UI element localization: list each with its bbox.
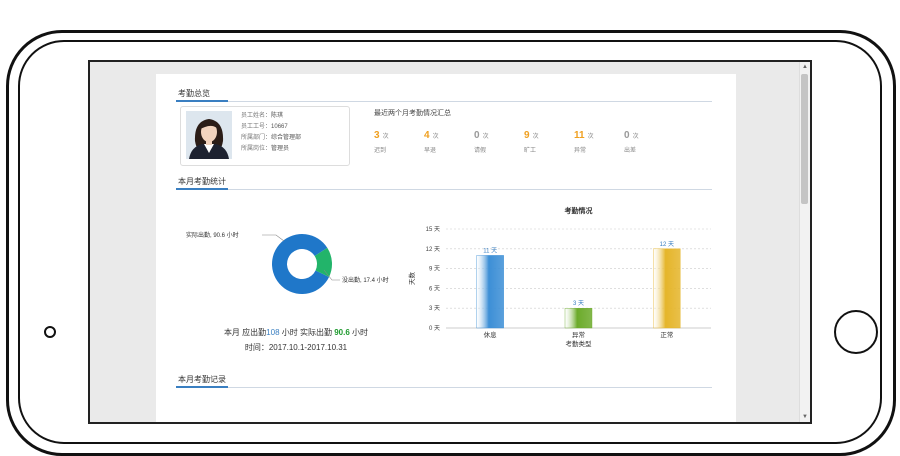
tablet-camera-icon xyxy=(44,326,56,338)
x-axis-label: 考勤类型 xyxy=(566,339,593,348)
stat-unit: 次 xyxy=(587,134,594,140)
bar xyxy=(653,248,681,329)
stat-item: 0 次请假 xyxy=(474,125,518,154)
stat-value: 11 xyxy=(574,130,585,141)
stat-label: 请假 xyxy=(474,148,487,154)
stat-unit: 次 xyxy=(432,134,439,140)
employee-info: 员工姓名：陈琪 员工工号：10667 所属部门：综合管理部 所属岗位：管理员 xyxy=(241,111,301,155)
stat-value: 9 xyxy=(524,130,530,141)
employee-name-label: 员工姓名： xyxy=(241,113,272,119)
vertical-scrollbar[interactable]: ▲ ▼ xyxy=(799,62,810,422)
caption-mid: 小时 实际出勤 xyxy=(281,328,332,337)
donut-label-actual: 实际出勤, 90.6 小时 xyxy=(186,231,239,239)
stat-item: 4 次早退 xyxy=(424,125,468,154)
attendance-period: 时间：2017.10.1-2017.10.31 xyxy=(244,343,348,352)
stat-item: 0 次出差 xyxy=(624,125,668,154)
y-tick-label: 9 天 xyxy=(429,266,440,273)
section-divider xyxy=(176,100,712,102)
bar-value-label: 11 天 xyxy=(483,247,497,254)
caption-actual-hours: 90.6 xyxy=(334,328,350,337)
bar-chart-title: 考勤情况 xyxy=(565,206,593,215)
tablet-screen: 考勤总览 员工姓名：陈琪 员工工号：10667 所属部门：综合管理部 所属岗位：… xyxy=(88,60,812,424)
section-divider xyxy=(176,386,712,388)
employee-name: 陈琪 xyxy=(271,113,284,119)
caption-prefix: 本月 应出勤 xyxy=(223,328,267,337)
section-accent xyxy=(176,386,228,388)
employee-post: 管理员 xyxy=(271,146,290,152)
section-accent xyxy=(176,188,228,190)
stat-unit: 次 xyxy=(632,134,639,140)
employee-id: 10667 xyxy=(271,124,288,130)
bar-value-label: 12 天 xyxy=(660,241,674,248)
scroll-up-icon[interactable]: ▲ xyxy=(802,64,808,70)
y-tick-label: 6 天 xyxy=(429,285,440,292)
y-tick-label: 0 天 xyxy=(429,325,440,332)
y-tick-label: 3 天 xyxy=(429,305,440,312)
stat-label: 迟到 xyxy=(374,148,387,154)
stat-unit: 次 xyxy=(382,134,389,140)
scroll-thumb[interactable] xyxy=(801,74,808,204)
bar xyxy=(476,255,504,329)
section-title-overview: 考勤总览 xyxy=(178,89,210,98)
section-accent xyxy=(176,100,228,102)
stat-label: 早退 xyxy=(424,148,437,154)
caption-suffix: 小时 xyxy=(352,328,369,337)
tablet-home-button[interactable] xyxy=(834,310,878,354)
donut-leader-actual xyxy=(262,234,285,242)
x-tick-label: 异常 xyxy=(572,330,585,339)
avatar-photo-icon xyxy=(186,111,232,159)
stat-item: 3 次迟到 xyxy=(374,125,418,154)
stat-value: 3 xyxy=(374,130,380,141)
y-tick-label: 12 天 xyxy=(426,246,440,253)
section-title-records: 本月考勤记录 xyxy=(178,375,226,384)
summary-title: 最近两个月考勤情况汇总 xyxy=(374,110,451,117)
stat-item: 9 次旷工 xyxy=(524,125,568,154)
attendance-caption: 本月 应出勤108 小时 实际出勤 90.6 小时 xyxy=(186,327,406,338)
section-divider xyxy=(176,188,712,190)
employee-id-label: 员工工号： xyxy=(241,124,272,130)
bar xyxy=(564,307,593,329)
x-tick-label: 休息 xyxy=(484,330,498,339)
stat-label: 旷工 xyxy=(524,148,537,154)
stat-unit: 次 xyxy=(532,134,539,140)
y-axis-label: 天数 xyxy=(407,272,416,286)
donut-chart-svg: 实际出勤, 90.6 小时 没出勤, 17.4 小时 xyxy=(186,231,389,294)
attendance-page: 考勤总览 员工姓名：陈琪 员工工号：10667 所属部门：综合管理部 所属岗位：… xyxy=(156,74,736,422)
section-title-month: 本月考勤统计 xyxy=(178,177,226,186)
stat-label: 异常 xyxy=(574,148,587,154)
stat-value: 0 xyxy=(624,130,630,141)
stat-item: 11 次异常 xyxy=(574,125,618,154)
bar-chart: 考勤情况 0 天 3 天 6 天 9 天 12 天 15 天天数 11 天休息 3 天异常 12 … xyxy=(407,206,711,348)
donut-label-absent: 没出勤, 17.4 小时 xyxy=(342,276,389,284)
employee-dept-label: 所属部门： xyxy=(241,135,272,141)
stat-value: 0 xyxy=(474,130,480,141)
y-tick-label: 15 天 xyxy=(426,226,440,233)
scroll-down-icon[interactable]: ▼ xyxy=(802,414,808,420)
employee-dept: 综合管理部 xyxy=(271,135,302,141)
employee-avatar xyxy=(186,111,232,159)
donut-chart: 实际出勤, 90.6 小时 没出勤, 17.4 小时 xyxy=(176,214,416,304)
bar-value-label: 3 天 xyxy=(573,300,584,307)
employee-post-label: 所属岗位： xyxy=(241,146,272,152)
stat-value: 4 xyxy=(424,130,430,141)
stat-label: 出差 xyxy=(624,148,637,154)
stat-unit: 次 xyxy=(482,134,489,140)
x-tick-label: 正常 xyxy=(660,330,673,339)
caption-required-hours: 108 xyxy=(266,328,280,337)
employee-card: 员工姓名：陈琪 员工工号：10667 所属部门：综合管理部 所属岗位：管理员 xyxy=(180,106,350,166)
